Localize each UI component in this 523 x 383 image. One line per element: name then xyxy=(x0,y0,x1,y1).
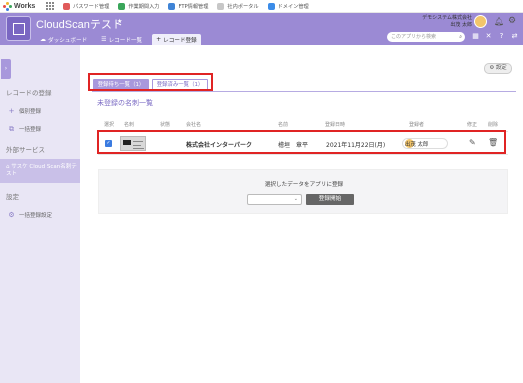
search-input[interactable]: このアプリから検索 ⌕ xyxy=(387,32,465,42)
sidebar-item-bulk-settings[interactable]: ⚙ 一括登録設定 xyxy=(8,211,52,219)
list-icon: ☰ xyxy=(101,36,107,43)
plus-icon: + xyxy=(156,36,162,43)
app-select[interactable]: ⌄ xyxy=(247,194,302,205)
section-title: 未登録の名刺一覧 xyxy=(97,99,153,107)
sidebar: › レコードの登録 + 個別登録 ⧉ 一括登録 外部サービス ⌂ サスケ Cloud… xyxy=(0,45,80,383)
bookmark-work-hours[interactable]: 作業期間入力 xyxy=(118,2,159,10)
clock-icon xyxy=(118,2,126,10)
col-edit: 修正 xyxy=(467,122,478,128)
col-card: 名刺 xyxy=(124,122,135,128)
settings-button[interactable]: ⚙ 設定 xyxy=(484,63,512,74)
exchange-icon[interactable]: ⇄ xyxy=(510,32,519,41)
sidebar-item-single[interactable]: + 個別登録 xyxy=(8,107,41,115)
sidebar-heading-settings: 設定 xyxy=(6,193,19,201)
avatar[interactable] xyxy=(474,15,487,28)
app-grid-icon[interactable] xyxy=(46,2,54,10)
tools-icon[interactable]: ✕ xyxy=(484,32,493,41)
app-icon xyxy=(6,16,31,41)
bookmark-domain[interactable]: ドメイン管理 xyxy=(267,2,309,10)
lock-icon xyxy=(63,2,70,10)
register-panel: 選択したデータをアプリに登録 ⌄ 登録開始 xyxy=(98,169,508,214)
app-title: CloudScanテスト xyxy=(36,19,123,31)
server-icon xyxy=(168,2,176,10)
table-header: 選択 名刺 状態 会社名 名前 登録日時 登録者 修正 削除 xyxy=(98,121,508,130)
col-name: 名前 xyxy=(278,122,289,128)
sidebar-item-cloudscan[interactable]: ⌂ サスケ Cloud Scan名刺テスト xyxy=(0,159,80,183)
highlight-subtabs xyxy=(88,73,213,91)
tab-record-register[interactable]: + レコード登録 xyxy=(152,34,201,45)
works-logo[interactable]: Works xyxy=(3,1,43,11)
gear-icon: ⚙ xyxy=(8,210,15,219)
col-company: 会社名 xyxy=(186,122,202,128)
header-tools: ▦ ✕ ? ⇄ xyxy=(471,32,519,41)
subtab-divider xyxy=(92,91,516,92)
document-icon xyxy=(217,2,225,10)
gear-icon[interactable]: ⚙ xyxy=(508,16,516,26)
chevron-down-icon: ⌄ xyxy=(293,196,298,202)
col-delete: 削除 xyxy=(488,122,499,128)
col-status: 状態 xyxy=(160,122,171,128)
sidebar-heading-external: 外部サービス xyxy=(6,146,45,154)
highlight-row xyxy=(97,130,506,154)
tab-dashboard[interactable]: ☁ ダッシュボード xyxy=(36,34,91,45)
grid-view-icon[interactable]: ▦ xyxy=(471,32,480,41)
user-company: デモシステム株式会社 出茂 太郎 xyxy=(410,15,472,29)
bookmark-portal[interactable]: 社内ポータル xyxy=(217,2,259,10)
bookmark-password[interactable]: パスワード管理 xyxy=(63,2,109,10)
plus-icon: + xyxy=(8,106,15,115)
col-select: 選択 xyxy=(104,122,115,128)
col-registrant: 登録者 xyxy=(409,122,425,128)
app-tabs: ☁ ダッシュボード ☰ レコード一覧 + レコード登録 xyxy=(36,34,207,45)
bulk-import-icon: ⧉ xyxy=(9,124,14,133)
cloud-icon: ☁ xyxy=(40,36,46,43)
app-header: CloudScanテスト ★ ☁ ダッシュボード ☰ レコード一覧 + レコード登録 … xyxy=(0,13,523,45)
favorite-star-icon[interactable]: ★ xyxy=(117,18,122,25)
logo-icon xyxy=(3,1,12,11)
sidebar-toggle-icon[interactable]: › xyxy=(1,59,11,79)
sidebar-heading-register: レコードの登録 xyxy=(6,89,52,97)
globe-icon xyxy=(267,2,275,10)
search-icon: ⌕ xyxy=(459,34,462,40)
help-icon[interactable]: ? xyxy=(497,32,506,41)
bookmark-bar: Works パスワード管理 作業期間入力 FTP情報管理 社内ポータル ドメイン… xyxy=(0,0,523,13)
register-panel-label: 選択したデータをアプリに登録 xyxy=(264,182,344,188)
tab-record-list[interactable]: ☰ レコード一覧 xyxy=(97,34,146,45)
col-date: 登録日時 xyxy=(325,122,346,128)
logo-text: Works xyxy=(14,2,36,10)
user-name: 出茂 太郎 xyxy=(450,22,472,28)
bookmark-ftp[interactable]: FTP情報管理 xyxy=(168,2,208,10)
bell-icon[interactable]: 🔔︎ xyxy=(494,17,504,26)
sidebar-item-bulk[interactable]: ⧉ 一括登録 xyxy=(8,125,41,133)
start-register-button[interactable]: 登録開始 xyxy=(306,194,354,205)
